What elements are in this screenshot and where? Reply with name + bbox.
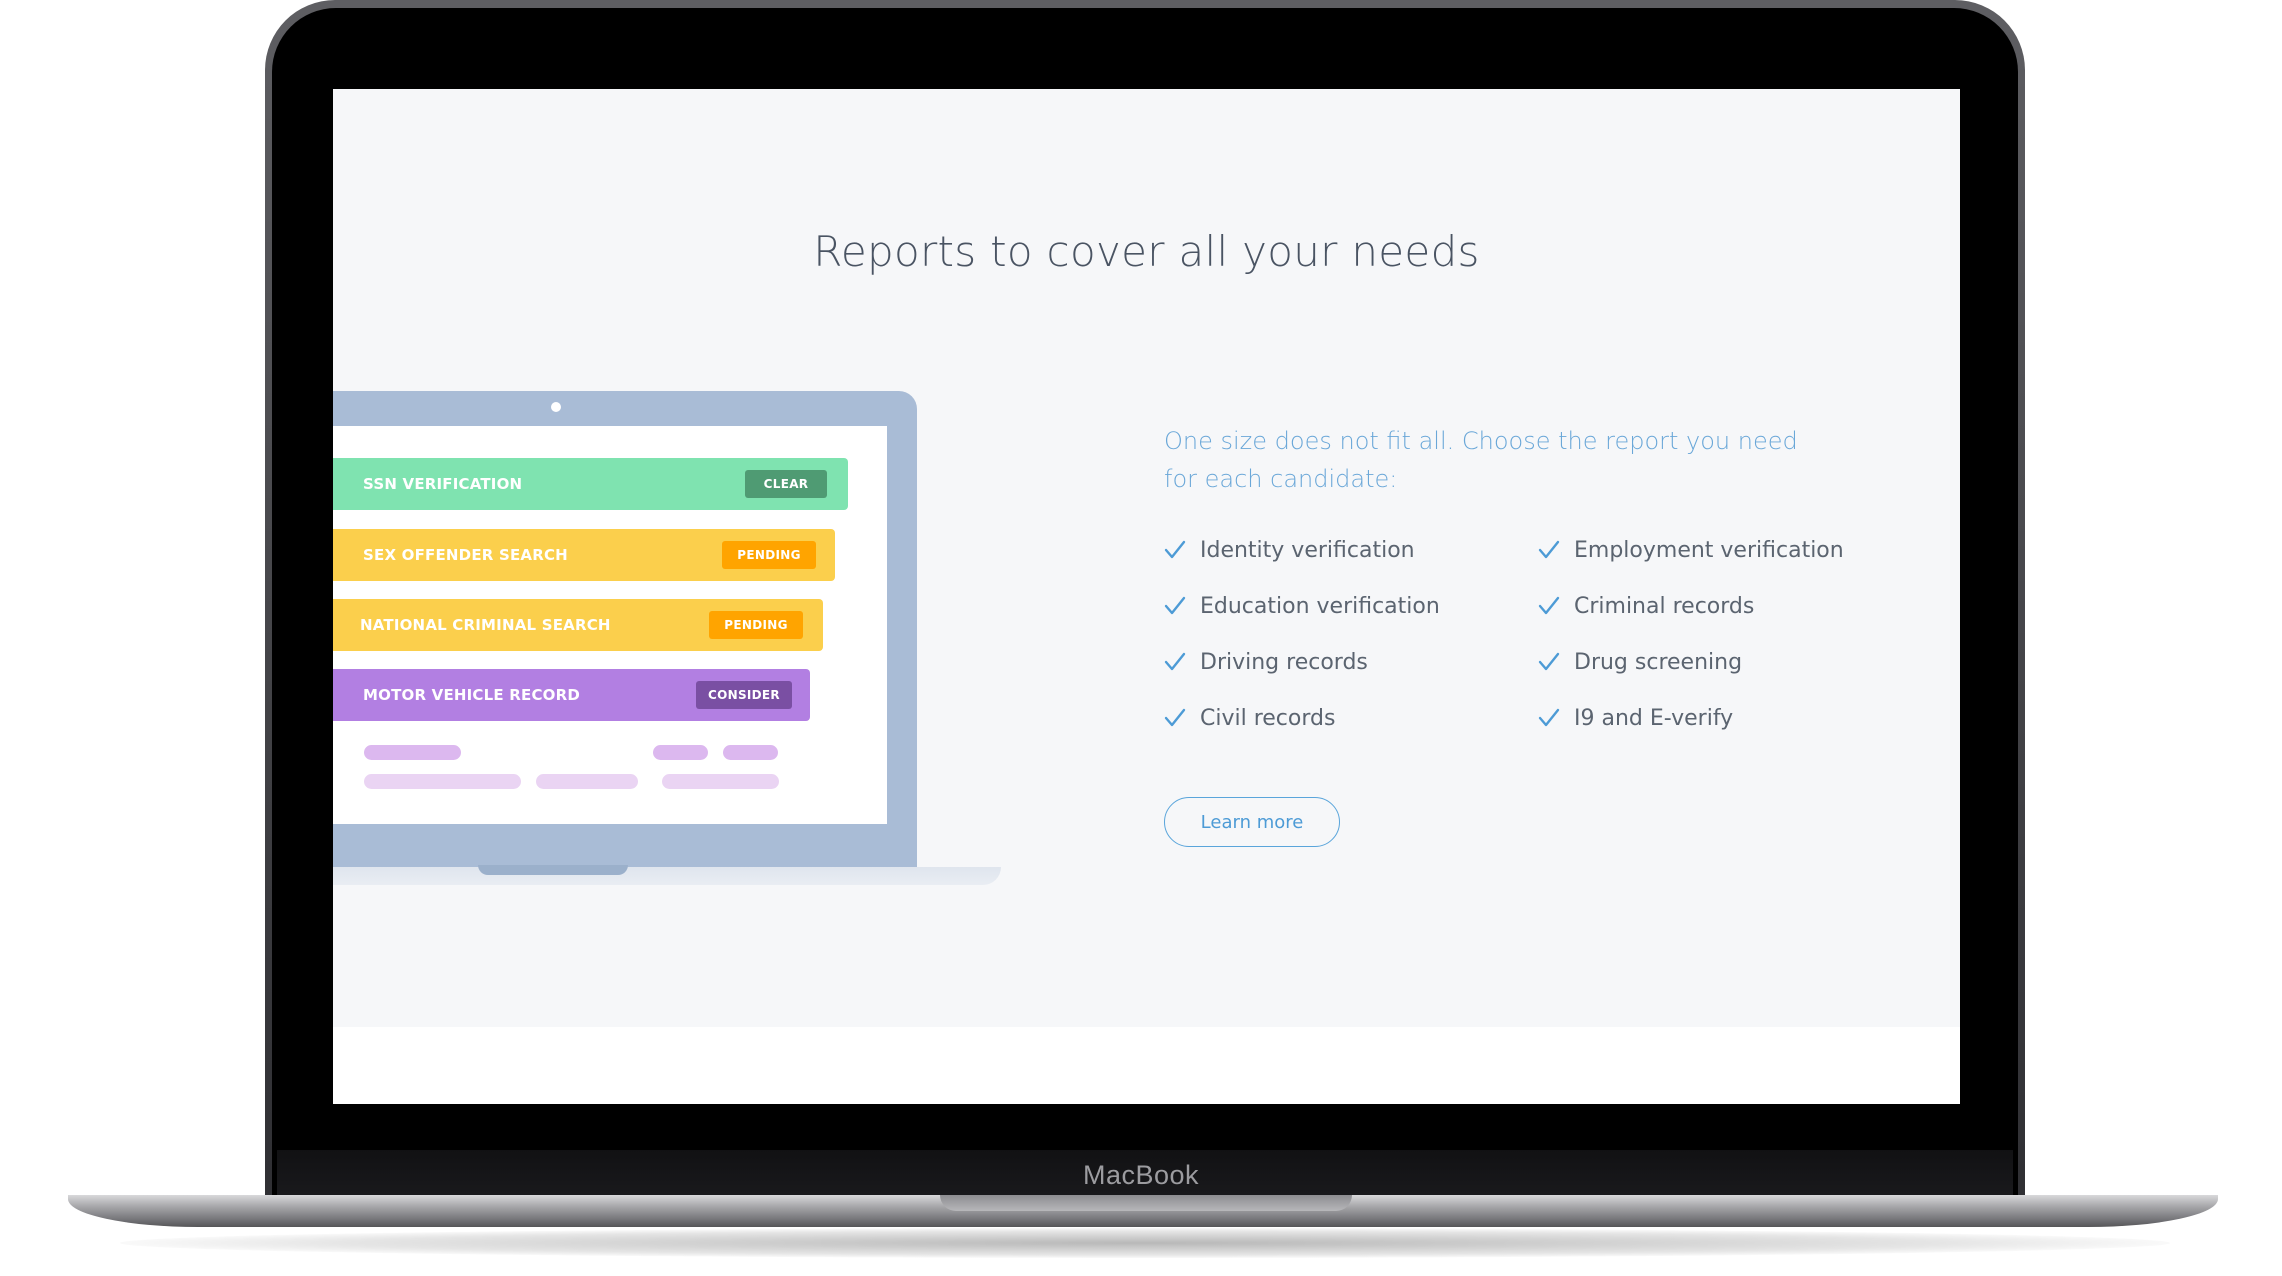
status-badge: CLEAR — [745, 470, 827, 498]
feature-label: Education verification — [1200, 593, 1440, 619]
feature-label: Employment verification — [1574, 537, 1844, 563]
status-badge: CONSIDER — [696, 681, 792, 709]
feature-label: Criminal records — [1574, 593, 1755, 619]
placeholder-bar — [536, 774, 638, 789]
device-brand-label: MacBook — [1082, 1160, 1200, 1190]
learn-more-button[interactable]: Learn more — [1164, 797, 1340, 847]
intro-text: One size does not fit all. Choose the re… — [1164, 427, 1798, 493]
feature-item-i9: I9 and E-verify — [1538, 698, 1733, 738]
feature-label: I9 and E-verify — [1574, 705, 1734, 731]
feature-label: Civil records — [1200, 705, 1336, 731]
feature-item-criminal: Criminal records — [1538, 586, 1754, 626]
check-icon — [1538, 708, 1560, 727]
device-notch — [940, 1195, 1352, 1211]
illustration-laptop-base — [333, 867, 1001, 885]
status-badge: PENDING — [709, 611, 803, 639]
report-label: NATIONAL CRIMINAL SEARCH — [360, 616, 611, 634]
placeholder-bar — [364, 745, 461, 760]
check-icon — [1538, 540, 1560, 559]
check-icon — [1164, 596, 1186, 615]
check-icon — [1538, 652, 1560, 671]
feature-label: Driving records — [1200, 649, 1368, 675]
report-row-motor-vehicle: MOTOR VEHICLE RECORD CONSIDER — [333, 669, 810, 721]
placeholder-bar — [723, 745, 778, 760]
report-label: SSN VERIFICATION — [363, 475, 523, 493]
feature-item-identity: Identity verification — [1164, 530, 1415, 570]
feature-item-employment: Employment verification — [1538, 530, 1844, 570]
report-label: MOTOR VEHICLE RECORD — [363, 686, 581, 704]
report-row-sex-offender: SEX OFFENDER SEARCH PENDING — [333, 529, 835, 581]
feature-item-civil: Civil records — [1164, 698, 1335, 738]
illustration-laptop-foot — [478, 865, 628, 875]
section-title: Reports to cover all your needs — [813, 227, 1480, 276]
device-shadow — [120, 1228, 2170, 1258]
illustration-camera-dot — [551, 402, 561, 412]
check-icon — [1164, 540, 1186, 559]
status-badge: PENDING — [722, 541, 816, 569]
check-icon — [1164, 708, 1186, 727]
check-icon — [1538, 596, 1560, 615]
placeholder-bar — [653, 745, 708, 760]
report-label: SEX OFFENDER SEARCH — [363, 546, 568, 564]
reports-section: Reports to cover all your needs SSN VERI… — [333, 89, 1960, 1027]
feature-item-education: Education verification — [1164, 586, 1440, 626]
feature-item-driving: Driving records — [1164, 642, 1368, 682]
report-row-ssn: SSN VERIFICATION CLEAR — [333, 458, 848, 510]
device-screen: Reports to cover all your needs SSN VERI… — [333, 89, 1960, 1104]
feature-label: Drug screening — [1574, 649, 1743, 675]
feature-label: Identity verification — [1200, 537, 1415, 563]
placeholder-bar — [662, 774, 779, 789]
feature-item-drug: Drug screening — [1538, 642, 1742, 682]
placeholder-bar — [364, 774, 521, 789]
report-row-national-criminal: NATIONAL CRIMINAL SEARCH PENDING — [333, 599, 823, 651]
check-icon — [1164, 652, 1186, 671]
